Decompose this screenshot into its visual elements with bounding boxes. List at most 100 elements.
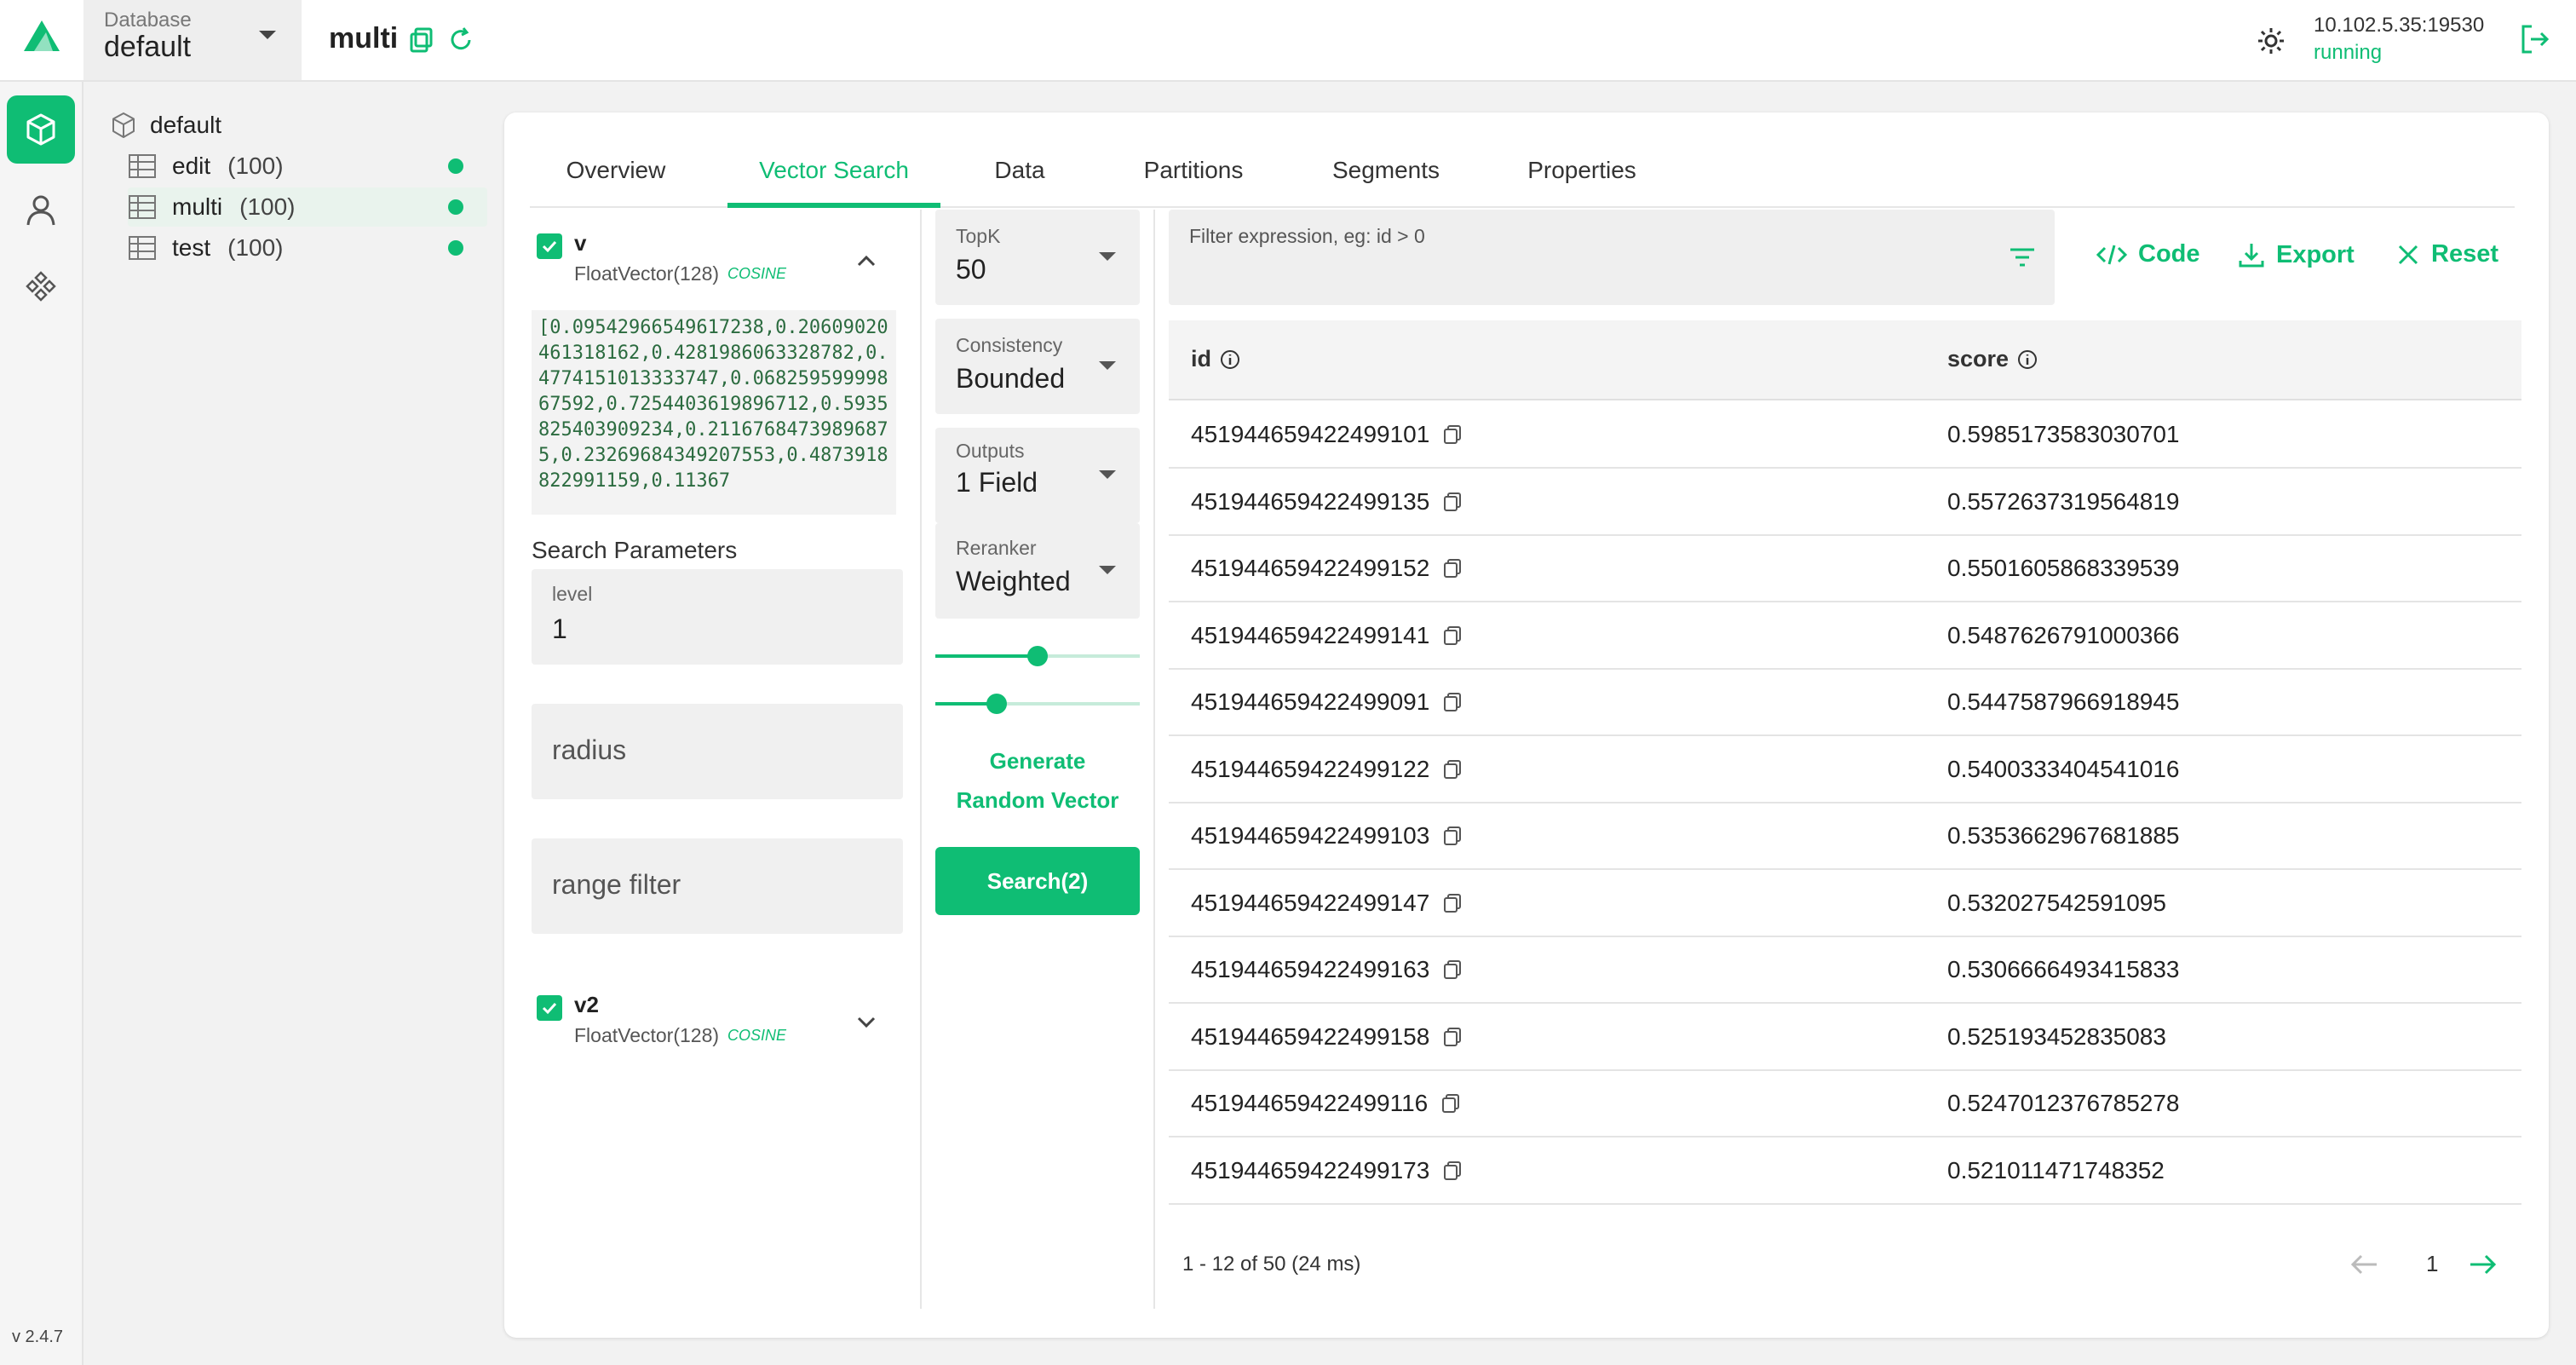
info-icon[interactable] bbox=[1220, 349, 1240, 370]
weight-slider-v[interactable] bbox=[935, 646, 1140, 666]
theme-sun-icon[interactable] bbox=[2256, 26, 2286, 56]
copy-icon[interactable] bbox=[1441, 691, 1463, 713]
cell-id: 451944659422499163 bbox=[1191, 956, 1463, 983]
tab-overview[interactable]: Overview bbox=[530, 131, 702, 208]
tab-vector-search[interactable]: Vector Search bbox=[727, 131, 940, 208]
info-icon[interactable] bbox=[2017, 349, 2038, 370]
tree-root-database[interactable]: default bbox=[109, 111, 221, 140]
copy-icon[interactable] bbox=[1441, 1160, 1463, 1182]
copy-icon[interactable] bbox=[1441, 758, 1463, 780]
chevron-down-icon[interactable] bbox=[854, 1009, 879, 1034]
table-row[interactable]: 451944659422499158 0.525193452835083 bbox=[1169, 1005, 2521, 1071]
nav-system-button[interactable] bbox=[7, 252, 75, 320]
copy-icon[interactable] bbox=[1441, 1026, 1463, 1048]
table-row[interactable]: 451944659422499116 0.5247012376785278 bbox=[1169, 1071, 2521, 1138]
field-v-checkbox[interactable] bbox=[537, 233, 562, 259]
cell-id: 451944659422499103 bbox=[1191, 822, 1463, 850]
field-type: FloatVector(128) bbox=[574, 262, 720, 285]
tab-segments[interactable]: Segments bbox=[1322, 131, 1450, 208]
table-row[interactable]: 451944659422499152 0.5501605868339539 bbox=[1169, 536, 2521, 602]
export-button[interactable]: Export bbox=[2237, 240, 2355, 269]
tree-item-multi[interactable]: multi (100) bbox=[128, 187, 487, 227]
slider-handle[interactable] bbox=[986, 694, 1007, 714]
tab-properties[interactable]: Properties bbox=[1518, 131, 1646, 208]
column-label: id bbox=[1191, 346, 1211, 371]
chevron-up-icon[interactable] bbox=[854, 249, 879, 274]
close-icon bbox=[2398, 245, 2418, 264]
refresh-icon[interactable] bbox=[446, 26, 475, 55]
consistency-label: Consistency bbox=[956, 334, 1063, 356]
code-button[interactable]: Code bbox=[2096, 240, 2200, 268]
tree-item-edit[interactable]: edit (100) bbox=[128, 147, 487, 186]
current-page[interactable]: 1 bbox=[2426, 1251, 2438, 1277]
cell-id: 451944659422499116 bbox=[1191, 1090, 1462, 1117]
id-value: 451944659422499091 bbox=[1191, 688, 1430, 715]
topk-select[interactable]: TopK 50 bbox=[935, 210, 1140, 305]
weight-slider-v2[interactable] bbox=[935, 694, 1140, 714]
cell-id: 451944659422499141 bbox=[1191, 622, 1463, 649]
id-value: 451944659422499147 bbox=[1191, 889, 1430, 916]
score-value: 0.5487626791000366 bbox=[1947, 621, 2180, 648]
field-v-name: v bbox=[574, 230, 587, 256]
vector-input[interactable]: [0.09542966549617238,0.20609020461318162… bbox=[532, 310, 896, 515]
table-row[interactable]: 451944659422499141 0.5487626791000366 bbox=[1169, 603, 2521, 670]
table-row[interactable]: 451944659422499101 0.5985173583030701 bbox=[1169, 402, 2521, 469]
reset-button[interactable]: Reset bbox=[2395, 240, 2498, 268]
copy-icon[interactable] bbox=[1441, 557, 1463, 579]
range-filter-field[interactable]: range filter bbox=[532, 838, 903, 934]
copy-icon[interactable] bbox=[1441, 423, 1463, 446]
column-header-id[interactable]: id bbox=[1191, 346, 1240, 372]
copy-icon[interactable] bbox=[1441, 625, 1463, 647]
consistency-value: Bounded bbox=[956, 363, 1066, 394]
tab-partitions[interactable]: Partitions bbox=[1130, 131, 1257, 208]
copy-icon[interactable] bbox=[1440, 1092, 1462, 1114]
score-value: 0.5400333404541016 bbox=[1947, 755, 2180, 782]
outputs-select[interactable]: Outputs 1 Field bbox=[935, 428, 1140, 523]
copy-icon[interactable] bbox=[407, 26, 436, 55]
prev-page-icon[interactable] bbox=[2346, 1246, 2383, 1283]
table-row[interactable]: 451944659422499103 0.5353662967681885 bbox=[1169, 803, 2521, 870]
logout-icon[interactable] bbox=[2518, 22, 2552, 56]
next-page-icon[interactable] bbox=[2464, 1246, 2501, 1283]
copy-icon[interactable] bbox=[1441, 825, 1463, 847]
score-value: 0.5247012376785278 bbox=[1947, 1090, 2180, 1116]
nav-users-button[interactable] bbox=[7, 176, 75, 244]
field-type: FloatVector(128) bbox=[574, 1024, 720, 1046]
filter-icon[interactable] bbox=[2007, 242, 2038, 273]
consistency-select[interactable]: Consistency Bounded bbox=[935, 319, 1140, 414]
slider-handle[interactable] bbox=[1027, 646, 1048, 666]
level-field[interactable]: level 1 bbox=[532, 569, 903, 665]
cell-id: 451944659422499147 bbox=[1191, 890, 1463, 917]
generate-random-vector-button[interactable]: Generate Random Vector bbox=[935, 741, 1140, 820]
generate-line-2: Random Vector bbox=[956, 787, 1119, 813]
tree-item-test[interactable]: test (100) bbox=[128, 228, 487, 268]
outputs-label: Outputs bbox=[956, 440, 1025, 462]
field-v2-checkbox[interactable] bbox=[537, 995, 562, 1021]
metric-type: COSINE bbox=[727, 1027, 787, 1044]
table-row[interactable]: 451944659422499147 0.532027542591095 bbox=[1169, 871, 2521, 937]
database-value: default bbox=[104, 31, 192, 63]
outputs-value: 1 Field bbox=[956, 467, 1038, 498]
table-row[interactable]: 451944659422499135 0.5572637319564819 bbox=[1169, 469, 2521, 536]
id-value: 451944659422499101 bbox=[1191, 421, 1430, 447]
copy-icon[interactable] bbox=[1441, 959, 1463, 981]
column-header-score[interactable]: score bbox=[1947, 346, 2038, 372]
table-row[interactable]: 451944659422499163 0.5306666493415833 bbox=[1169, 937, 2521, 1004]
table-row[interactable]: 451944659422499173 0.521011471748352 bbox=[1169, 1138, 2521, 1205]
user-icon bbox=[26, 195, 55, 226]
cell-id: 451944659422499122 bbox=[1191, 756, 1463, 783]
table-icon bbox=[129, 195, 156, 219]
nav-databases-button[interactable] bbox=[7, 95, 75, 164]
reranker-select[interactable]: Reranker Weighted bbox=[935, 523, 1140, 619]
database-selector[interactable]: Database default bbox=[83, 0, 302, 80]
table-row[interactable]: 451944659422499091 0.5447587966918945 bbox=[1169, 670, 2521, 736]
milvus-logo-icon[interactable] bbox=[20, 15, 63, 58]
copy-icon[interactable] bbox=[1441, 892, 1463, 914]
filter-expression-input[interactable]: Filter expression, eg: id > 0 bbox=[1169, 210, 2055, 305]
copy-icon[interactable] bbox=[1441, 491, 1463, 513]
table-row[interactable]: 451944659422499122 0.5400333404541016 bbox=[1169, 737, 2521, 803]
search-button[interactable]: Search(2) bbox=[935, 847, 1140, 915]
radius-field[interactable]: radius bbox=[532, 704, 903, 799]
cube-icon bbox=[26, 113, 55, 146]
tab-data[interactable]: Data bbox=[981, 131, 1058, 208]
